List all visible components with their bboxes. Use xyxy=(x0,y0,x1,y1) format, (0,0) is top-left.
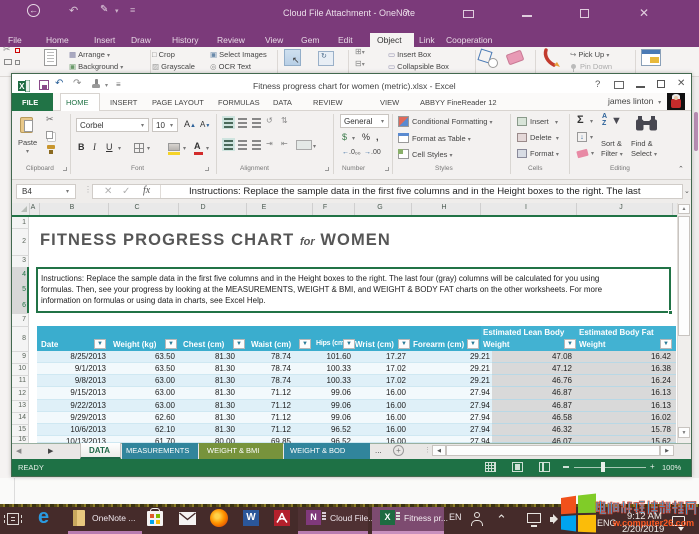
svg-text:X: X xyxy=(19,82,25,91)
